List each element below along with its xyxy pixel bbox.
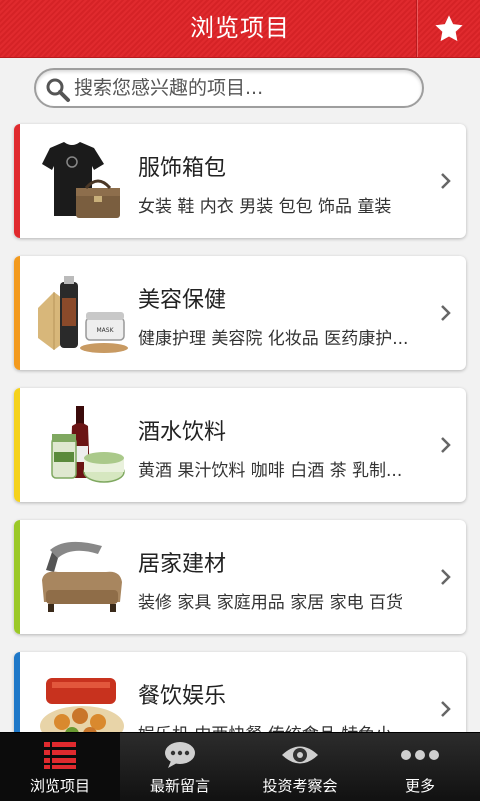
category-card-beauty[interactable]: MASK 美容保健 健康护理 美容院 化妆品 医药康护... [14,256,466,370]
bottom-tab-bar: 浏览项目 最新留言 投资考察会 更多 [0,732,480,801]
clothing-bag-image [42,142,120,218]
category-card-home[interactable]: 居家建材 装修 家具 家庭用品 家居 家电 百货 [14,520,466,634]
category-title: 服饰箱包 [138,156,227,181]
card-accent-stripe [14,520,20,634]
tab-investment-tour[interactable]: 投资考察会 [240,733,360,801]
category-tags: 装修 家具 家庭用品 家居 家电 百货 [138,593,404,613]
chevron-right-icon [441,437,451,453]
favorite-button[interactable] [416,0,480,57]
chat-bubble-icon [165,742,195,768]
category-title: 酒水饮料 [138,420,227,445]
header-bar: 浏览项目 [0,0,480,58]
tab-latest-messages[interactable]: 最新留言 [120,733,240,801]
card-accent-stripe [14,256,20,370]
chevron-right-icon [441,305,451,321]
category-card-clothing[interactable]: 服饰箱包 女装 鞋 内衣 男装 包包 饰品 童装 [14,124,466,238]
tab-label: 投资考察会 [262,777,338,795]
tab-more[interactable]: 更多 [360,733,480,801]
svg-text:MASK: MASK [96,327,114,334]
search-input[interactable] [74,70,404,106]
category-title: 居家建材 [138,552,227,577]
list-icon [44,742,76,769]
category-tags: 黄酒 果汁饮料 咖啡 白酒 茶 乳制... [138,461,403,481]
tab-label: 浏览项目 [29,777,90,795]
card-accent-stripe [14,388,20,502]
search-box[interactable] [34,68,424,108]
card-accent-stripe [14,124,20,238]
tab-label: 最新留言 [149,777,210,795]
search-area [0,58,480,118]
chevron-right-icon [441,173,451,189]
furniture-image [42,541,122,612]
category-card-food[interactable]: 餐饮娱乐 娱乐机 中西快餐 传统食品 特色小... [14,652,466,732]
category-tags: 娱乐机 中西快餐 传统食品 特色小... [138,720,438,732]
tab-label: 更多 [404,777,435,795]
category-title: 餐饮娱乐 [138,684,227,709]
food-image [40,678,124,732]
chevron-right-icon [441,701,451,717]
drinks-image [51,406,125,483]
search-icon [46,78,70,102]
category-title: 美容保健 [138,288,227,313]
card-accent-stripe [14,652,20,732]
more-dots-icon [401,750,439,760]
category-tags: 健康护理 美容院 化妆品 医药康护... [138,329,409,349]
chevron-right-icon [441,569,451,585]
page-title: 浏览项目 [190,14,290,42]
tab-browse-projects[interactable]: 浏览项目 [0,733,120,801]
category-card-drinks[interactable]: 酒水饮料 黄酒 果汁饮料 咖啡 白酒 茶 乳制... [14,388,466,502]
cosmetics-image: MASK [38,276,128,353]
category-tags: 女装 鞋 内衣 男装 包包 饰品 童装 [138,197,392,217]
category-list: 服饰箱包 女装 鞋 内衣 男装 包包 饰品 童装 MASK 美容保健 健康护理 … [0,118,480,732]
eye-icon [282,746,318,764]
star-icon [434,14,463,41]
